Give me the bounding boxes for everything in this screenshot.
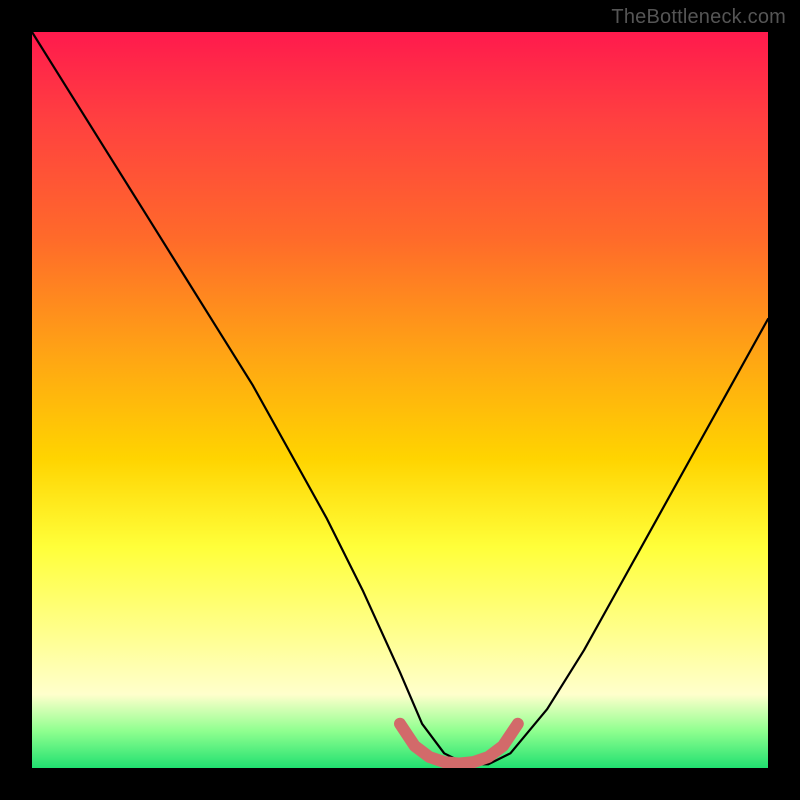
chart-frame: TheBottleneck.com — [0, 0, 800, 800]
chart-svg — [32, 32, 768, 768]
plot-area — [32, 32, 768, 768]
watermark-text: TheBottleneck.com — [611, 6, 786, 29]
main-curve — [32, 32, 768, 764]
